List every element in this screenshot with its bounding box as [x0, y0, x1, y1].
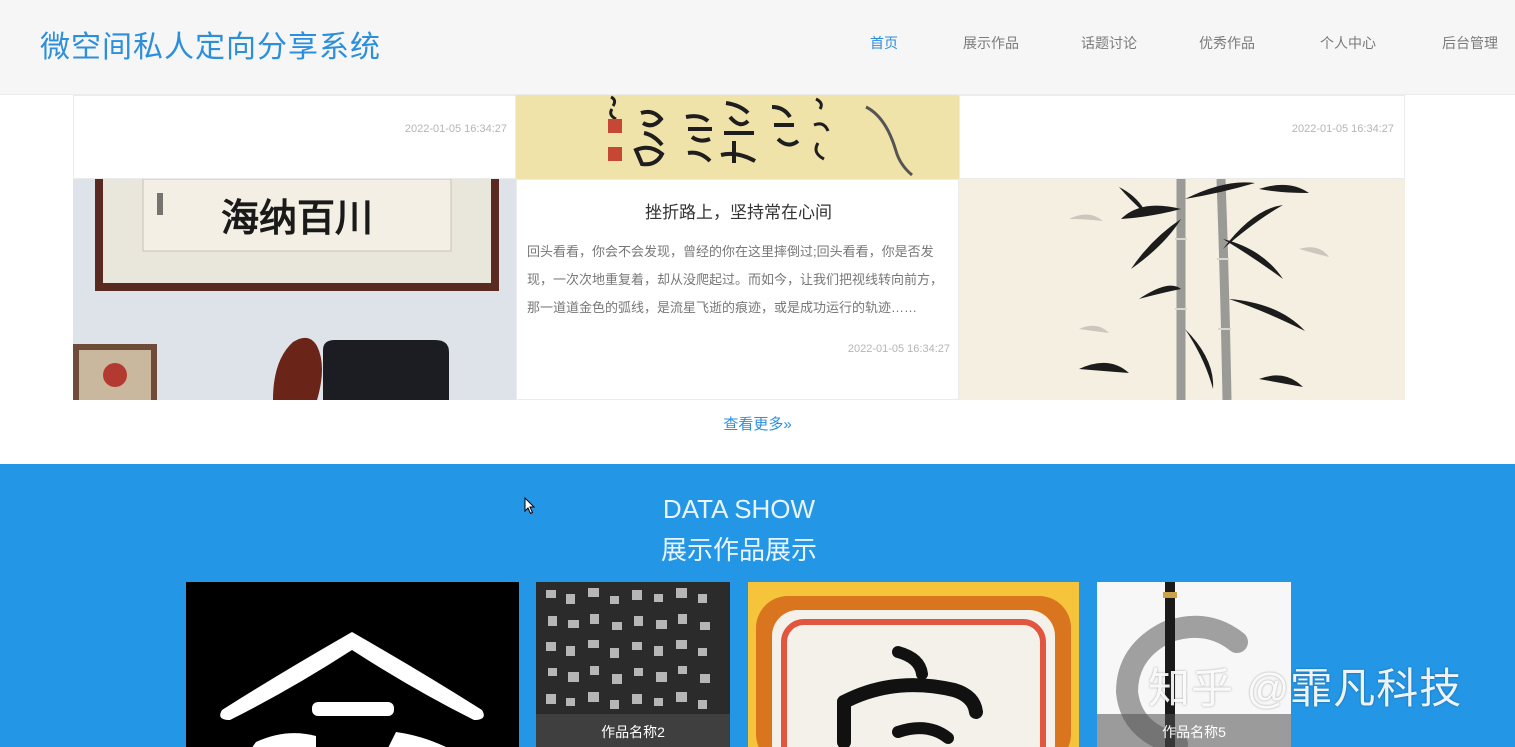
- nav-home[interactable]: 首页: [870, 33, 898, 53]
- bamboo-painting[interactable]: [959, 179, 1405, 400]
- article-card[interactable]: 挫折路上，坚持常在心间 回头看看，你会不会发现，曾经的你在这里摔倒过;回头看看，…: [516, 179, 959, 400]
- calligraphy-scroll-graphic: [516, 95, 959, 179]
- nav-personal-center[interactable]: 个人中心: [1320, 33, 1376, 53]
- site-title[interactable]: 微空间私人定向分享系统: [40, 22, 381, 66]
- work-date: 2022-01-05 16:34:27: [1291, 123, 1394, 135]
- calligraphy-scroll-image[interactable]: [516, 95, 959, 179]
- showcase-card-2[interactable]: 作品名称2: [536, 582, 730, 747]
- framed-character-graphic: [748, 582, 1079, 747]
- bamboo-painting-graphic: [959, 179, 1405, 400]
- data-show-subtitle: 展示作品展示: [660, 535, 817, 565]
- nav-showcase[interactable]: 展示作品: [963, 33, 1019, 53]
- framed-calligraphy-photo[interactable]: 海纳百川: [73, 179, 516, 400]
- data-show-title: DATA SHOW: [662, 494, 816, 524]
- work-caption: 作品名称5: [1097, 714, 1291, 747]
- article-excerpt: 回头看看，你会不会发现，曾经的你在这里摔倒过;回头看看，你是否发现，一次次地重复…: [527, 244, 944, 315]
- showcase-card-3[interactable]: [748, 582, 1079, 747]
- work-date: 2022-01-05 16:34:27: [404, 123, 507, 135]
- works-grid: 2022-01-05 16:34:27 2022-01-05 16:34:27: [73, 95, 1405, 400]
- watermark-text: 知乎 @霏凡科技: [1148, 665, 1463, 712]
- work-card-top-left[interactable]: 2022-01-05 16:34:27: [73, 95, 516, 179]
- nav-admin[interactable]: 后台管理: [1442, 33, 1498, 53]
- site-header: 微空间私人定向分享系统 首页 展示作品 话题讨论 优秀作品 个人中心 后台管理: [0, 0, 1515, 95]
- article-date: 2022-01-05 16:34:27: [847, 343, 950, 355]
- showcase-card-1[interactable]: [186, 582, 519, 747]
- calligraphy-text: 海纳百川: [221, 195, 373, 240]
- nav-excellent-works[interactable]: 优秀作品: [1199, 33, 1255, 53]
- view-more-link[interactable]: 查看更多»: [0, 413, 1515, 434]
- nav-topics[interactable]: 话题讨论: [1081, 33, 1137, 53]
- calligraphy-glyph-graphic: [186, 582, 519, 747]
- mouse-cursor-icon: [524, 497, 536, 515]
- framed-calligraphy-graphic: 海纳百川: [73, 179, 516, 400]
- article-title[interactable]: 挫折路上，坚持常在心间: [517, 198, 958, 223]
- work-caption: 作品名称2: [536, 714, 730, 747]
- work-card-top-right[interactable]: 2022-01-05 16:34:27: [959, 95, 1405, 179]
- main-nav: 首页 展示作品 话题讨论 优秀作品 个人中心 后台管理: [815, 33, 1515, 53]
